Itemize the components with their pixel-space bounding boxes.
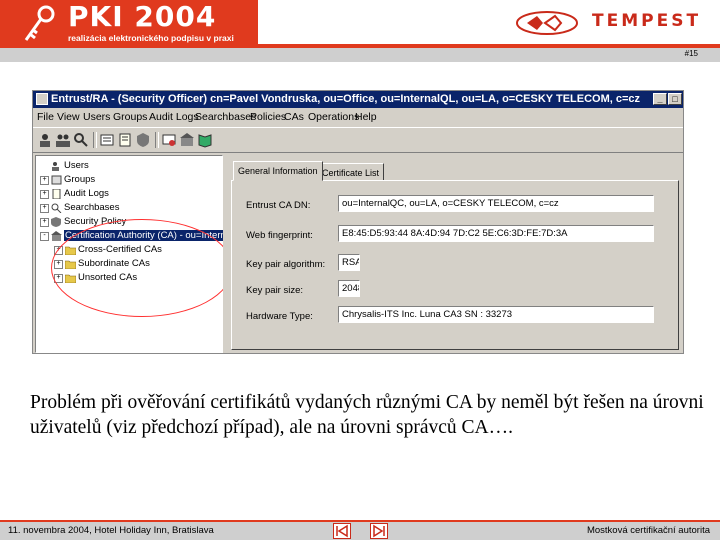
- next-slide-icon: [373, 524, 385, 538]
- tree-item-label: Searchbases: [64, 202, 120, 213]
- slide-footer: 11. novembra 2004, Hotel Holiday Inn, Br…: [0, 520, 720, 540]
- user-icon[interactable]: [37, 132, 53, 148]
- window-titlebar[interactable]: Entrust/RA - (Security Officer) cn=Pavel…: [33, 91, 684, 108]
- menu-view[interactable]: View: [57, 111, 80, 123]
- certificate-icon[interactable]: [161, 132, 177, 148]
- minimize-button[interactable]: _: [653, 93, 667, 105]
- web-fingerprint-field[interactable]: E8:45:D5:93:44 8A:4D:94 7D:C2 5E:C6:3D:F…: [338, 225, 654, 242]
- app-icon: [36, 93, 48, 105]
- partner-logo-text: TEMPEST: [592, 11, 702, 31]
- slide-number: #15: [684, 49, 698, 58]
- searchbase-icon: [51, 203, 62, 213]
- toolbar-separator: [93, 132, 97, 148]
- menu-users[interactable]: Users: [83, 111, 110, 123]
- window-title: Entrust/RA - (Security Officer) cn=Pavel…: [51, 93, 641, 105]
- slide-body-text: Problém při ověřování certifikátů vydaný…: [30, 392, 704, 438]
- menu-policies[interactable]: Policies: [250, 111, 286, 123]
- expand-toggle[interactable]: +: [40, 204, 49, 213]
- policy-icon[interactable]: [135, 132, 151, 148]
- ca-icon[interactable]: [179, 132, 195, 148]
- toolbar-separator: [155, 132, 159, 148]
- audit-log-icon[interactable]: [117, 132, 133, 148]
- brand-banner: PKI 2004 realizácia elektronického podpi…: [0, 0, 258, 48]
- annotation-ellipse: [51, 219, 233, 317]
- tree-item-label: Users: [64, 160, 89, 171]
- field-label-key-algorithm: Key pair algorithm:: [246, 259, 326, 270]
- expand-toggle[interactable]: +: [40, 218, 49, 227]
- key-icon: [24, 5, 55, 41]
- menu-file[interactable]: File: [37, 111, 54, 123]
- key-algorithm-field[interactable]: RSA: [338, 254, 360, 271]
- field-label-web-fingerprint: Web fingerprint:: [246, 230, 313, 241]
- brand-title: PKI 2004: [68, 0, 217, 33]
- footer-event: 11. novembra 2004, Hotel Holiday Inn, Br…: [8, 525, 214, 536]
- brand-subtitle: realizácia elektronického podpisu v prax…: [68, 33, 234, 43]
- search-users-icon[interactable]: [73, 132, 89, 148]
- expand-toggle[interactable]: +: [40, 176, 49, 185]
- general-information-panel: Entrust CA DN: ou=InternalQC, ou=LA, o=C…: [231, 180, 679, 350]
- menu-audit-logs[interactable]: Audit Logs: [149, 111, 199, 123]
- header-subbar: [0, 48, 720, 62]
- previous-slide-icon: [336, 524, 348, 538]
- footer-topic: Mostková certifikační autorita: [586, 525, 710, 536]
- tree-item-searchbases[interactable]: + Searchbases: [40, 202, 120, 215]
- menu-searchbases[interactable]: Searchbases: [195, 111, 256, 123]
- tab-general-information[interactable]: General Information: [233, 161, 323, 181]
- key-size-field[interactable]: 2048: [338, 280, 360, 297]
- maximize-button[interactable]: □: [668, 93, 682, 105]
- tree-item-label: Groups: [64, 174, 96, 185]
- next-slide-button[interactable]: [370, 523, 388, 539]
- book-icon[interactable]: [197, 132, 213, 148]
- tab-certificate-list[interactable]: Certificate List: [317, 163, 385, 181]
- tree-item-audit-logs[interactable]: + Audit Logs: [40, 188, 109, 201]
- users-icon[interactable]: [55, 132, 71, 148]
- close-button[interactable]: ×: [683, 93, 684, 105]
- slide-header: PKI 2004 realizácia elektronického podpi…: [0, 0, 720, 48]
- collapse-toggle[interactable]: -: [40, 232, 49, 241]
- previous-slide-button[interactable]: [333, 523, 351, 539]
- field-label-key-size: Key pair size:: [246, 285, 304, 296]
- policy-icon: [51, 217, 61, 227]
- menu-help[interactable]: Help: [355, 111, 377, 123]
- group-icon[interactable]: [99, 132, 115, 148]
- ca-icon: [51, 231, 62, 241]
- ca-dn-field[interactable]: ou=InternalQC, ou=LA, o=CESKY TELECOM, c…: [338, 195, 654, 212]
- menu-operations[interactable]: Operations: [308, 111, 359, 123]
- details-pane: General Information Certificate List Ent…: [227, 155, 683, 353]
- hardware-type-field[interactable]: Chrysalis-ITS Inc. Luna CA3 SN : 33273: [338, 306, 654, 323]
- group-icon: [51, 175, 62, 185]
- entrust-ra-window: Entrust/RA - (Security Officer) cn=Pavel…: [32, 90, 684, 354]
- tree-item-users[interactable]: Users: [52, 160, 89, 173]
- menu-cas[interactable]: CAs: [284, 111, 304, 123]
- tree-item-groups[interactable]: + Groups: [40, 174, 96, 187]
- field-label-ca-dn: Entrust CA DN:: [246, 200, 311, 211]
- log-icon: [52, 189, 61, 199]
- expand-toggle[interactable]: +: [40, 190, 49, 199]
- field-label-hardware-type: Hardware Type:: [246, 311, 313, 322]
- tree-item-label: Audit Logs: [64, 188, 109, 199]
- menu-groups[interactable]: Groups: [113, 111, 147, 123]
- menu-bar: File View Users Groups Audit Logs Search…: [33, 109, 683, 125]
- users-icon: [52, 162, 59, 171]
- toolbar: [33, 127, 683, 153]
